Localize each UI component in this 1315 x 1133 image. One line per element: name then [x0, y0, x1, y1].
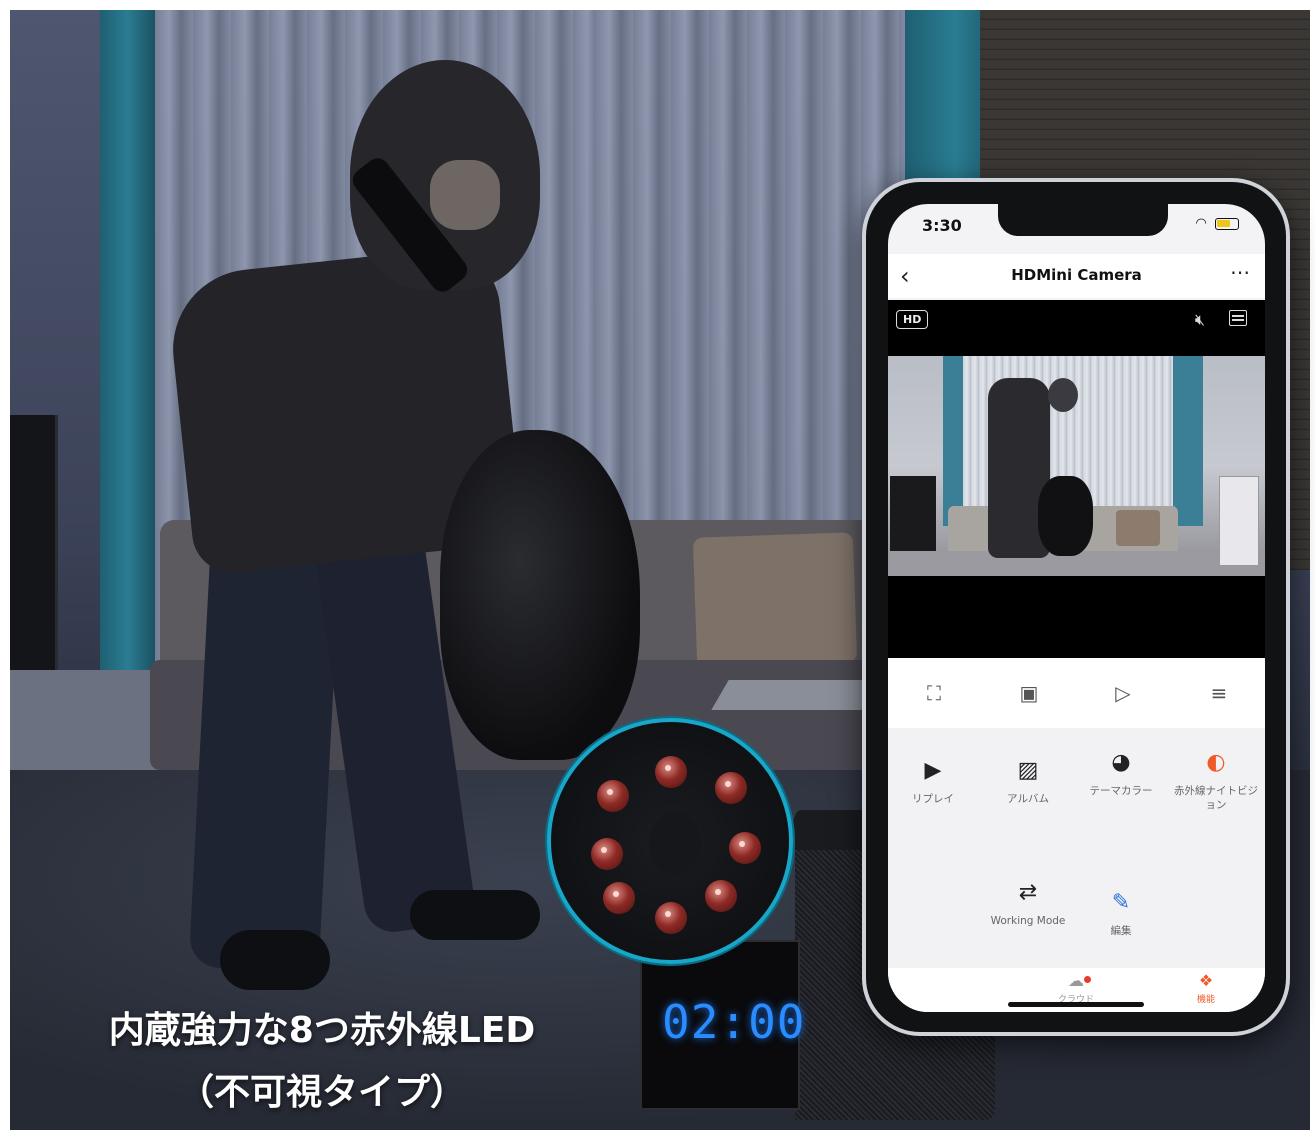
features-icon: ❖	[1198, 971, 1214, 990]
preview-bag	[1038, 476, 1093, 556]
camera-lens	[649, 812, 701, 876]
burglar-leg	[188, 526, 342, 974]
infrared-led	[655, 756, 687, 788]
wifi-icon: ◠	[1195, 216, 1207, 231]
feature-label: アルバム	[1007, 793, 1049, 805]
infrared-led	[603, 882, 635, 914]
feature-working-mode[interactable]: ⇄ Working Mode	[983, 878, 1073, 928]
tab-label: 機能	[1196, 995, 1215, 1005]
fullscreen-icon[interactable]: ⛶	[921, 680, 947, 706]
infrared-led	[591, 838, 623, 870]
feature-label: 赤外線ナイトビジョン	[1174, 785, 1258, 811]
feature-caption: 内蔵強力な8つ赤外線LED （不可視タイプ）	[62, 1000, 582, 1124]
home-indicator	[1008, 1002, 1144, 1007]
infrared-led	[715, 772, 747, 804]
video-control-bar: ⛶ ▣ ▷ ≡	[888, 658, 1265, 728]
collapse-icon[interactable]: ≡	[1206, 680, 1232, 706]
television	[10, 415, 58, 685]
smartphone: 3:30 ◠ ‹ HDMini Camera ⋯ HD 🔇︎ ⛶ ▣ ▷ ≡ ▶…	[862, 178, 1290, 1036]
feature-replay[interactable]: ▶︎ リプレイ	[888, 756, 978, 806]
feature-album[interactable]: ▨ アルバム	[983, 756, 1073, 806]
burglar-face	[430, 160, 500, 230]
feature-theme-color[interactable]: ◕ テーマカラー	[1076, 748, 1166, 798]
preview-tv	[890, 476, 936, 556]
phone-screen: 3:30 ◠ ‹ HDMini Camera ⋯ HD 🔇︎ ⛶ ▣ ▷ ≡ ▶…	[888, 204, 1265, 1012]
infrared-led	[729, 832, 761, 864]
feature-edit[interactable]: ✎ 編集	[1076, 888, 1166, 938]
preview-curtain	[943, 356, 963, 526]
status-icons: ◠	[1196, 216, 1239, 231]
palette-icon: ◕	[1111, 750, 1131, 775]
more-dots-icon[interactable]: ⋯	[1230, 260, 1251, 284]
tab-cloud[interactable]: ☁ クラウド	[1036, 971, 1116, 1006]
status-time: 3:30	[922, 216, 962, 235]
infrared-led	[705, 880, 737, 912]
feature-night-vision[interactable]: ◐ 赤外線ナイトビジョン	[1171, 748, 1261, 812]
infrared-led	[655, 902, 687, 934]
caption-line-1: 内蔵強力な8つ赤外線LED	[108, 1010, 536, 1051]
feature-label: 編集	[1110, 925, 1132, 937]
live-video-area: HD 🔇︎	[888, 300, 1265, 658]
speaker-muted-icon[interactable]: 🔇︎	[1195, 310, 1205, 330]
preview-cushion	[1116, 510, 1160, 546]
preview-burglar-head	[1048, 378, 1078, 412]
feature-label: リプレイ	[912, 793, 954, 805]
notification-dot	[1084, 976, 1091, 983]
edit-icon: ✎	[1111, 890, 1131, 915]
feature-label: テーマカラー	[1089, 785, 1153, 797]
burglar-shoe	[410, 890, 540, 940]
phone-notch	[998, 204, 1168, 236]
feature-grid: ▶︎ リプレイ ▨ アルバム ◕ テーマカラー ◐ 赤外線ナイトビジョン ⇄ W…	[888, 728, 1265, 968]
menu-icon[interactable]	[1229, 310, 1247, 326]
tab-features[interactable]: ❖ 機能	[1166, 971, 1246, 1006]
curtain-blue	[100, 10, 155, 710]
preview-curtain	[1173, 356, 1203, 526]
burglar-shoe	[220, 930, 330, 990]
laptop	[711, 680, 879, 710]
play-circle-icon: ▶︎	[924, 758, 942, 783]
screenshot-icon[interactable]: ▣	[1016, 680, 1042, 706]
infrared-led	[597, 780, 629, 812]
feature-label: Working Mode	[990, 915, 1066, 927]
record-icon[interactable]: ▷	[1110, 680, 1136, 706]
caption-line-2: （不可視タイプ）	[177, 1072, 466, 1113]
garbage-bag	[440, 430, 640, 760]
app-navbar: ‹ HDMini Camera ⋯	[888, 254, 1265, 298]
working-mode-icon: ⇄	[1018, 880, 1038, 905]
battery-charging-icon	[1215, 217, 1239, 230]
night-vision-icon: ◐	[1206, 750, 1226, 775]
app-title: HDMini Camera	[1011, 266, 1142, 284]
camera-preview	[888, 356, 1265, 576]
clock-display: 02:00	[662, 995, 806, 1049]
hd-quality-button[interactable]: HD	[896, 310, 929, 329]
cloud-icon: ☁	[1068, 971, 1084, 990]
cushion	[692, 532, 858, 668]
album-icon: ▨	[1017, 758, 1039, 783]
preview-appliance	[1219, 476, 1259, 566]
infrared-led-closeup	[547, 718, 793, 964]
